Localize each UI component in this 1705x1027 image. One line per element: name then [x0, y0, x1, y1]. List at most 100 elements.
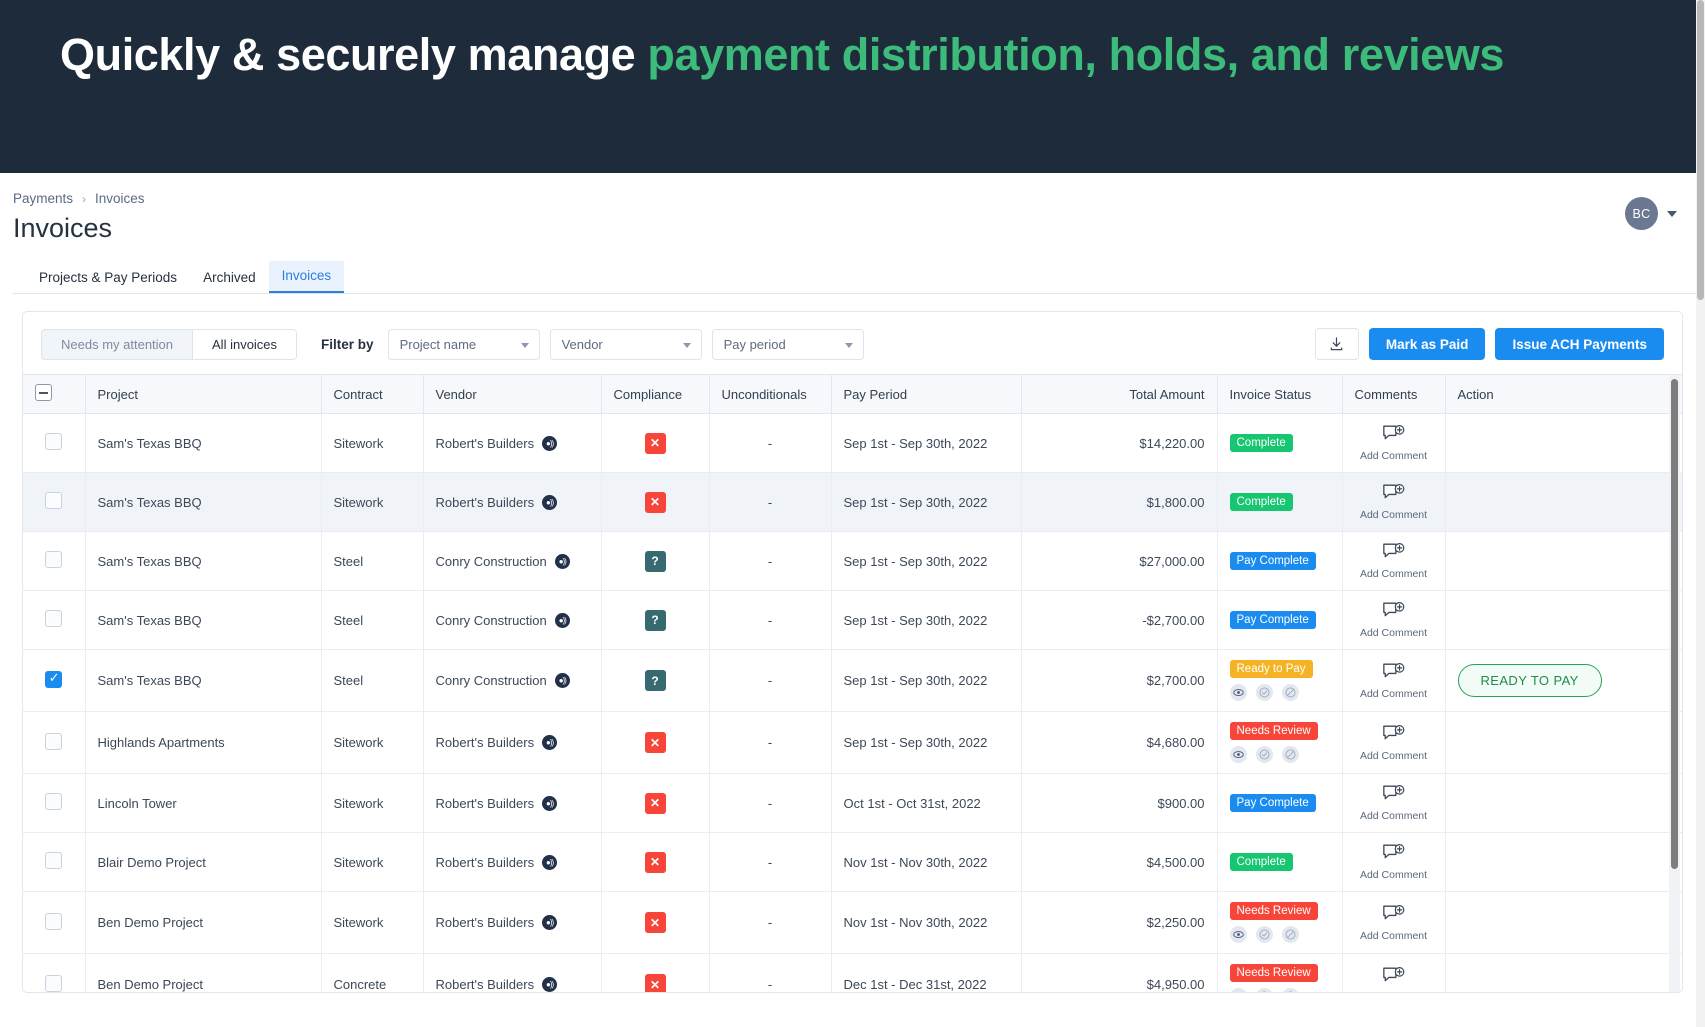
compliance-fail-icon[interactable]: ✕	[644, 732, 666, 753]
table-vertical-scrollbar[interactable]	[1669, 375, 1680, 992]
chevron-down-icon[interactable]	[1667, 210, 1677, 217]
page-scrollbar-thumb[interactable]	[1697, 0, 1704, 300]
approve-icon[interactable]	[1255, 926, 1273, 943]
select-project-name[interactable]: Project name	[387, 328, 540, 360]
add-comment-button[interactable]: Add Comment	[1355, 483, 1433, 521]
view-icon[interactable]	[1229, 988, 1247, 992]
add-comment-button[interactable]: Add Comment	[1355, 784, 1433, 822]
reject-icon[interactable]	[1281, 746, 1299, 763]
row-checkbox[interactable]	[45, 732, 63, 750]
reject-icon[interactable]	[1281, 926, 1299, 943]
cell-comments: Add Comment	[1342, 531, 1446, 591]
column-header-vendor[interactable]: Vendor	[423, 374, 602, 414]
cell-compliance: ✕	[601, 413, 710, 473]
add-comment-button[interactable]: Add Comment	[1355, 966, 1433, 992]
cell-comments: Add Comment	[1342, 711, 1446, 774]
cell-invoice-status: Complete	[1217, 472, 1343, 532]
select-all-checkbox[interactable]	[35, 384, 52, 401]
table-row[interactable]: Ben Demo Project Concrete Robert's Builder…	[23, 953, 1682, 992]
ready-to-pay-button[interactable]: READY TO PAY	[1457, 664, 1602, 697]
row-select-cell	[23, 891, 86, 954]
add-comment-button[interactable]: Add Comment	[1355, 843, 1433, 881]
vendor-badge-icon: ●))	[542, 494, 558, 510]
compliance-unknown-icon[interactable]: ?	[644, 550, 666, 572]
select-vendor[interactable]: Vendor	[549, 328, 702, 360]
compliance-fail-icon[interactable]: ✕	[644, 432, 666, 454]
select-pay-period[interactable]: Pay period	[711, 328, 864, 360]
approve-icon[interactable]	[1255, 684, 1273, 701]
reject-icon[interactable]	[1281, 988, 1299, 992]
status-badge: Pay Complete	[1229, 794, 1316, 812]
cell-comments: Add Comment	[1342, 891, 1446, 954]
column-header-action[interactable]: Action	[1445, 374, 1682, 414]
table-row[interactable]: Highlands Apartments Sitework Robert's Bui…	[23, 711, 1682, 774]
view-icon[interactable]	[1229, 684, 1247, 701]
tab-archived[interactable]: Archived	[190, 263, 269, 293]
column-header-invoice-status[interactable]: Invoice Status	[1217, 374, 1343, 414]
row-checkbox[interactable]	[45, 793, 63, 810]
compliance-unknown-icon[interactable]: ?	[644, 609, 666, 631]
cell-compliance: ✕	[601, 773, 710, 833]
cell-project: Lincoln Tower	[85, 773, 322, 833]
column-header-project[interactable]: Project	[85, 374, 322, 414]
row-action-icons	[1229, 684, 1299, 701]
compliance-fail-icon[interactable]: ✕	[644, 974, 666, 992]
add-comment-icon	[1382, 601, 1406, 625]
breadcrumb-item-invoices[interactable]: Invoices	[95, 191, 145, 206]
add-comment-button[interactable]: Add Comment	[1355, 904, 1433, 942]
mark-as-paid-button[interactable]: Mark as Paid	[1368, 328, 1486, 360]
add-comment-button[interactable]: Add Comment	[1355, 662, 1433, 700]
column-header-total-amount[interactable]: Total Amount	[1021, 374, 1218, 414]
row-checkbox[interactable]	[45, 670, 63, 688]
compliance-unknown-icon[interactable]: ?	[644, 670, 666, 691]
compliance-fail-icon[interactable]: ✕	[644, 491, 666, 513]
row-checkbox[interactable]	[45, 912, 63, 930]
table-row[interactable]: Sam's Texas BBQ Sitework Robert's Builders…	[23, 413, 1682, 473]
table-row[interactable]: Sam's Texas BBQSteel Conry Construction ●)…	[23, 590, 1682, 650]
table-row[interactable]: Sam's Texas BBQSteel Conry Construction ●)…	[23, 531, 1682, 591]
tab-projects-pay-periods[interactable]: Projects & Pay Periods	[26, 263, 190, 293]
breadcrumb-item-payments[interactable]: Payments	[13, 191, 73, 206]
page-scrollbar[interactable]	[1696, 0, 1705, 1027]
add-comment-button[interactable]: Add Comment	[1355, 724, 1433, 762]
compliance-fail-icon[interactable]: ✕	[644, 851, 666, 873]
column-header-compliance[interactable]: Compliance	[601, 374, 710, 414]
row-checkbox[interactable]	[45, 551, 63, 568]
view-icon[interactable]	[1229, 926, 1247, 943]
table-row[interactable]: Ben Demo Project Sitework Robert's Builder…	[23, 891, 1682, 954]
column-header-contract[interactable]: Contract	[321, 374, 424, 414]
tab-invoices[interactable]: Invoices	[268, 261, 345, 293]
avatar[interactable]: BC	[1625, 197, 1658, 230]
reject-icon[interactable]	[1281, 684, 1299, 701]
user-menu[interactable]: BC	[1625, 197, 1677, 230]
add-comment-button[interactable]: Add Comment	[1355, 601, 1433, 639]
add-comment-button[interactable]: Add Comment	[1355, 542, 1433, 580]
segment-needs-my-attention[interactable]: Needs my attention	[42, 330, 192, 359]
cell-pay-period: Dec 1st - Dec 31st, 2022	[831, 953, 1022, 992]
column-header-comments[interactable]: Comments	[1342, 374, 1446, 414]
approve-icon[interactable]	[1255, 746, 1273, 763]
table-row[interactable]: Blair Demo Project Sitework Robert's Build…	[23, 832, 1682, 892]
column-header-pay-period[interactable]: Pay Period	[831, 374, 1022, 414]
view-icon[interactable]	[1229, 746, 1247, 763]
breadcrumb-separator-icon: ›	[82, 191, 87, 206]
row-checkbox[interactable]	[45, 852, 63, 869]
compliance-fail-icon[interactable]: ✕	[644, 912, 666, 933]
add-comment-label: Add Comment	[1359, 869, 1428, 881]
issue-ach-payments-button[interactable]: Issue ACH Payments	[1495, 328, 1664, 360]
row-checkbox[interactable]	[45, 610, 63, 627]
row-checkbox[interactable]	[45, 492, 63, 509]
table-scrollbar-thumb[interactable]	[1671, 379, 1678, 869]
compliance-fail-icon[interactable]: ✕	[644, 792, 666, 814]
add-comment-button[interactable]: Add Comment	[1355, 424, 1433, 462]
segment-all-invoices[interactable]: All invoices	[192, 329, 297, 359]
vendor-name: Robert's Builders	[435, 735, 535, 750]
table-row[interactable]: Lincoln Tower Sitework Robert's Builders ●)…	[23, 773, 1682, 833]
download-button[interactable]	[1314, 328, 1359, 360]
approve-icon[interactable]	[1255, 988, 1273, 992]
table-row[interactable]: Sam's Texas BBQSteel Conry Construction ●)…	[23, 649, 1682, 712]
row-checkbox[interactable]	[45, 433, 63, 450]
table-row[interactable]: Sam's Texas BBQ Sitework Robert's Builders…	[23, 472, 1682, 532]
row-checkbox[interactable]	[45, 974, 63, 992]
column-header-unconditionals[interactable]: Unconditionals	[709, 374, 832, 414]
